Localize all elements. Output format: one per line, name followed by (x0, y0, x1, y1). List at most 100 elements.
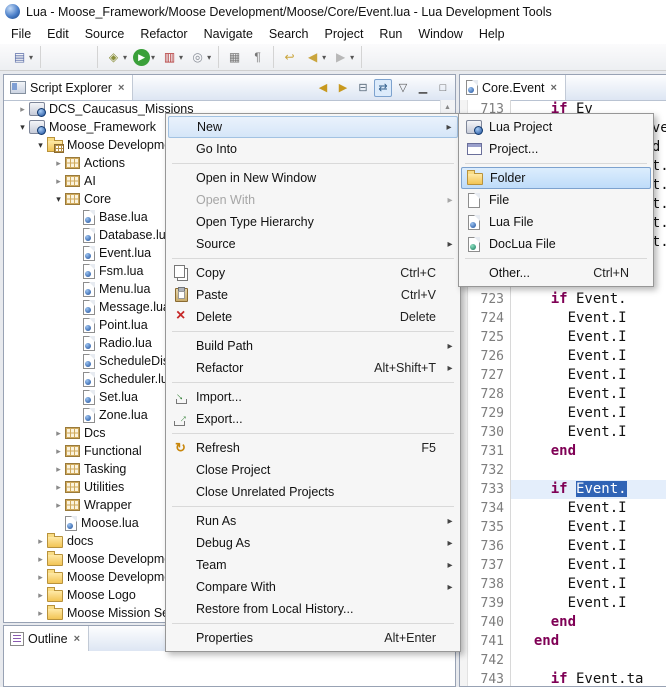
project-icon (29, 102, 45, 116)
luafile-icon (83, 354, 95, 369)
forward-button[interactable]: ▶▾ (330, 48, 356, 67)
menu-item-export[interactable]: Export... (168, 408, 458, 430)
menu-window[interactable]: Window (410, 25, 470, 43)
tab-core-event[interactable]: Core.Event × (460, 75, 566, 100)
collapsed-twisty-icon[interactable]: ▸ (52, 482, 65, 493)
collapsed-twisty-icon[interactable]: ▸ (52, 446, 65, 457)
run-button[interactable]: ▶▾ (131, 48, 157, 67)
menu-item-source[interactable]: Source▸ (168, 233, 458, 255)
close-icon[interactable]: × (116, 82, 126, 94)
menu-item-build-path[interactable]: Build Path▸ (168, 335, 458, 357)
menu-item-team[interactable]: Team▸ (168, 554, 458, 576)
menu-item-close-project[interactable]: Close Project (168, 459, 458, 481)
menu-file[interactable]: File (3, 25, 39, 43)
collapsed-twisty-icon[interactable]: ▸ (16, 104, 29, 115)
package-icon (65, 499, 80, 511)
menu-item-refactor[interactable]: RefactorAlt+Shift+T▸ (168, 357, 458, 379)
menu-item-new[interactable]: New▸ (168, 116, 458, 138)
collapsed-twisty-icon[interactable]: ▸ (34, 608, 47, 619)
menu-item-refresh[interactable]: RefreshF5 (168, 437, 458, 459)
submenu-item-lua-project[interactable]: Lua Project (461, 116, 651, 138)
submenu-arrow-icon: ▸ (444, 516, 456, 527)
menu-navigate[interactable]: Navigate (196, 25, 261, 43)
menu-edit[interactable]: Edit (39, 25, 77, 43)
collapsed-twisty-icon[interactable]: ▸ (34, 572, 47, 583)
coverage-button[interactable]: ▥▾ (159, 48, 185, 67)
collapsed-twisty-icon[interactable]: ▸ (52, 428, 65, 439)
menu-item-debug-as[interactable]: Debug As▸ (168, 532, 458, 554)
open-type-icon: ▦ (226, 49, 243, 66)
search-button[interactable]: ◎▾ (187, 48, 213, 67)
menu-item-delete[interactable]: DeleteDelete (168, 306, 458, 328)
last-edit-location-button[interactable]: ↩ (279, 48, 300, 67)
close-icon[interactable]: × (72, 633, 82, 645)
menu-item-open-in-new-window[interactable]: Open in New Window (168, 167, 458, 189)
code-line: 737 Event.I (468, 556, 666, 575)
back-button[interactable]: ◀▾ (302, 48, 328, 67)
collapsed-twisty-icon[interactable]: ▸ (34, 536, 47, 547)
menu-item-import[interactable]: Import... (168, 386, 458, 408)
submenu-item-other[interactable]: Other...Ctrl+N (461, 262, 651, 284)
menu-refactor[interactable]: Refactor (132, 25, 195, 43)
collapsed-twisty-icon[interactable]: ▸ (52, 464, 65, 475)
menu-project[interactable]: Project (317, 25, 372, 43)
luafile-icon (83, 228, 95, 243)
menu-shortcut: Alt+Enter (384, 631, 444, 645)
luafile-icon (83, 300, 95, 315)
expanded-twisty-icon[interactable]: ▾ (34, 140, 47, 151)
mark-occurrences-button[interactable]: ¶ (247, 48, 268, 67)
submenu-item-folder[interactable]: Folder (461, 167, 651, 189)
expanded-twisty-icon[interactable]: ▾ (52, 194, 65, 205)
back-history-button[interactable]: ◀ (314, 79, 332, 97)
line-number: 728 (468, 385, 511, 404)
collapsed-twisty-icon[interactable]: ▸ (52, 158, 65, 169)
menu-icon-empty (170, 600, 192, 618)
menu-item-compare-with[interactable]: Compare With▸ (168, 576, 458, 598)
code-line: 729 Event.I (468, 404, 666, 423)
tab-outline[interactable]: Outline × (4, 626, 89, 651)
open-type-button[interactable]: ▦ (224, 48, 245, 67)
link-editor-button[interactable]: ⇄ (374, 79, 392, 97)
submenu-arrow-icon: ▸ (444, 560, 456, 571)
collapsed-twisty-icon[interactable]: ▸ (34, 590, 47, 601)
collapsed-twisty-icon[interactable]: ▸ (52, 500, 65, 511)
tab-script-explorer[interactable]: Script Explorer × (4, 75, 133, 100)
menu-item-paste[interactable]: PasteCtrl+V (168, 284, 458, 306)
outline-content (4, 651, 455, 686)
submenu-item-lua-file[interactable]: Lua File (461, 211, 651, 233)
maximize-button[interactable]: □ (434, 79, 452, 97)
menu-icon-empty (170, 534, 192, 552)
new-wizard-button[interactable]: ▤▾ (9, 48, 35, 67)
menu-item-open-with[interactable]: Open With▸ (168, 189, 458, 211)
menu-item-properties[interactable]: PropertiesAlt+Enter (168, 627, 458, 649)
minimize-button[interactable]: ▁ (414, 79, 432, 97)
collapsed-twisty-icon[interactable]: ▸ (34, 554, 47, 565)
menu-run[interactable]: Run (371, 25, 410, 43)
menu-item-copy[interactable]: CopyCtrl+C (168, 262, 458, 284)
delete-icon (170, 308, 192, 326)
tab-label: Script Explorer (30, 81, 112, 95)
project-icon (463, 118, 485, 136)
menu-source[interactable]: Source (77, 25, 133, 43)
line-number: 740 (468, 613, 511, 632)
collapse-all-button[interactable]: ⊟ (354, 79, 372, 97)
expanded-twisty-icon[interactable]: ▾ (16, 122, 29, 133)
menu-item-restore-from-local-history[interactable]: Restore from Local History... (168, 598, 458, 620)
menu-search[interactable]: Search (261, 25, 317, 43)
close-icon[interactable]: × (549, 82, 559, 94)
menu-item-run-as[interactable]: Run As▸ (168, 510, 458, 532)
collapsed-twisty-icon[interactable]: ▸ (52, 176, 65, 187)
menu-item-open-type-hierarchy[interactable]: Open Type Hierarchy (168, 211, 458, 233)
forward-history-button[interactable]: ▶ (334, 79, 352, 97)
menu-item-close-unrelated-projects[interactable]: Close Unrelated Projects (168, 481, 458, 503)
menu-item-go-into[interactable]: Go Into (168, 138, 458, 160)
view-menu-button[interactable]: ▽ (394, 79, 412, 97)
code-line: 738 Event.I (468, 575, 666, 594)
submenu-item-doclua-file[interactable]: DocLua File (461, 233, 651, 255)
debug-config-button[interactable]: ◈▾ (103, 48, 129, 67)
submenu-item-project[interactable]: Project... (461, 138, 651, 160)
submenu-item-file[interactable]: File (461, 189, 651, 211)
app-icon[interactable] (5, 4, 20, 19)
menu-help[interactable]: Help (471, 25, 513, 43)
line-number: 732 (468, 461, 511, 480)
